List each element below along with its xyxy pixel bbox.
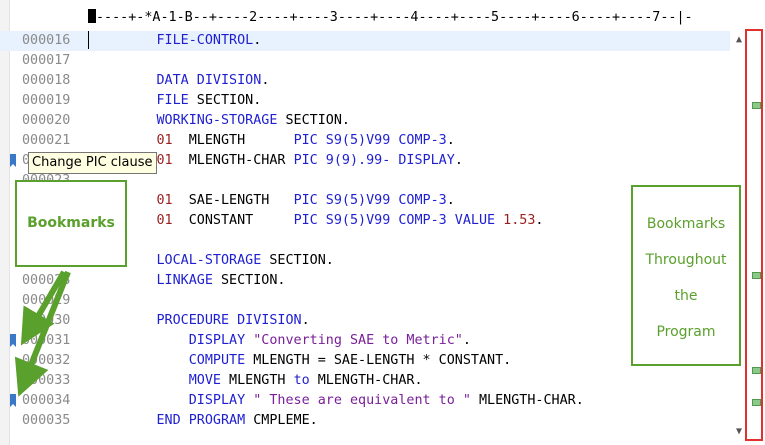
callout-arrows bbox=[14, 270, 71, 397]
